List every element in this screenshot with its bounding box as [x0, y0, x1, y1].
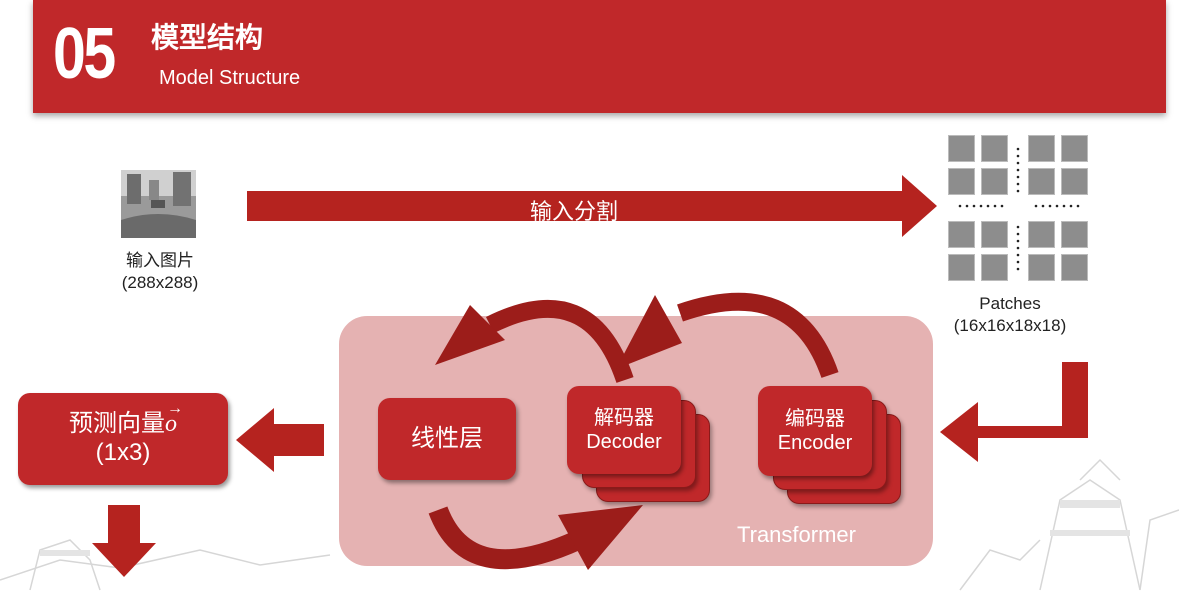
header-banner: 05 模型结构 Model Structure	[33, 0, 1166, 113]
input-image	[121, 170, 196, 238]
output-down-arrow	[92, 505, 156, 577]
output-vector-label: 预测向量	[69, 410, 165, 438]
linear-layer-box: 线性层	[378, 398, 516, 480]
split-arrow-label: 输入分割	[530, 199, 619, 224]
patches-grid	[948, 135, 1093, 283]
output-vector-symbol: → o	[165, 400, 183, 437]
vector-arrow-icon: →	[167, 400, 183, 418]
encoder-label-cn: 编码器	[785, 408, 845, 430]
decoder-box: 解码器 Decoder	[567, 386, 681, 474]
input-image-caption: 输入图片 (288x288)	[100, 250, 220, 294]
decoder-label-en: Decoder	[586, 431, 662, 453]
output-vector-size: (1x3)	[95, 439, 151, 466]
page-title: 模型结构	[151, 22, 264, 53]
encoder-label-en: Encoder	[777, 432, 853, 454]
decoder-label-cn: 解码器	[594, 407, 654, 429]
input-image-label: 输入图片	[126, 251, 194, 270]
decoder-to-linear-arrow	[435, 292, 839, 383]
patches-to-transformer-arrow	[940, 362, 1088, 462]
section-number: 05	[53, 14, 116, 94]
input-image-size: (288x288)	[121, 273, 199, 293]
page-subtitle: Model Structure	[159, 67, 301, 89]
transformer-label: Transformer	[737, 522, 856, 547]
patches-caption: Patches (16x16x18x18)	[940, 293, 1080, 337]
output-vector-title: 预测向量 → o	[69, 400, 183, 439]
linear-layer-label: 线性层	[411, 424, 483, 452]
transformer-to-output-arrow	[236, 408, 324, 472]
encoder-box: 编码器 Encoder	[758, 386, 872, 476]
patches-label: Patches	[979, 294, 1041, 313]
output-vector-box: 预测向量 → o (1x3)	[18, 393, 228, 485]
patch-ellipsis	[958, 147, 1080, 271]
patches-size: (16x16x18x18)	[953, 316, 1067, 336]
